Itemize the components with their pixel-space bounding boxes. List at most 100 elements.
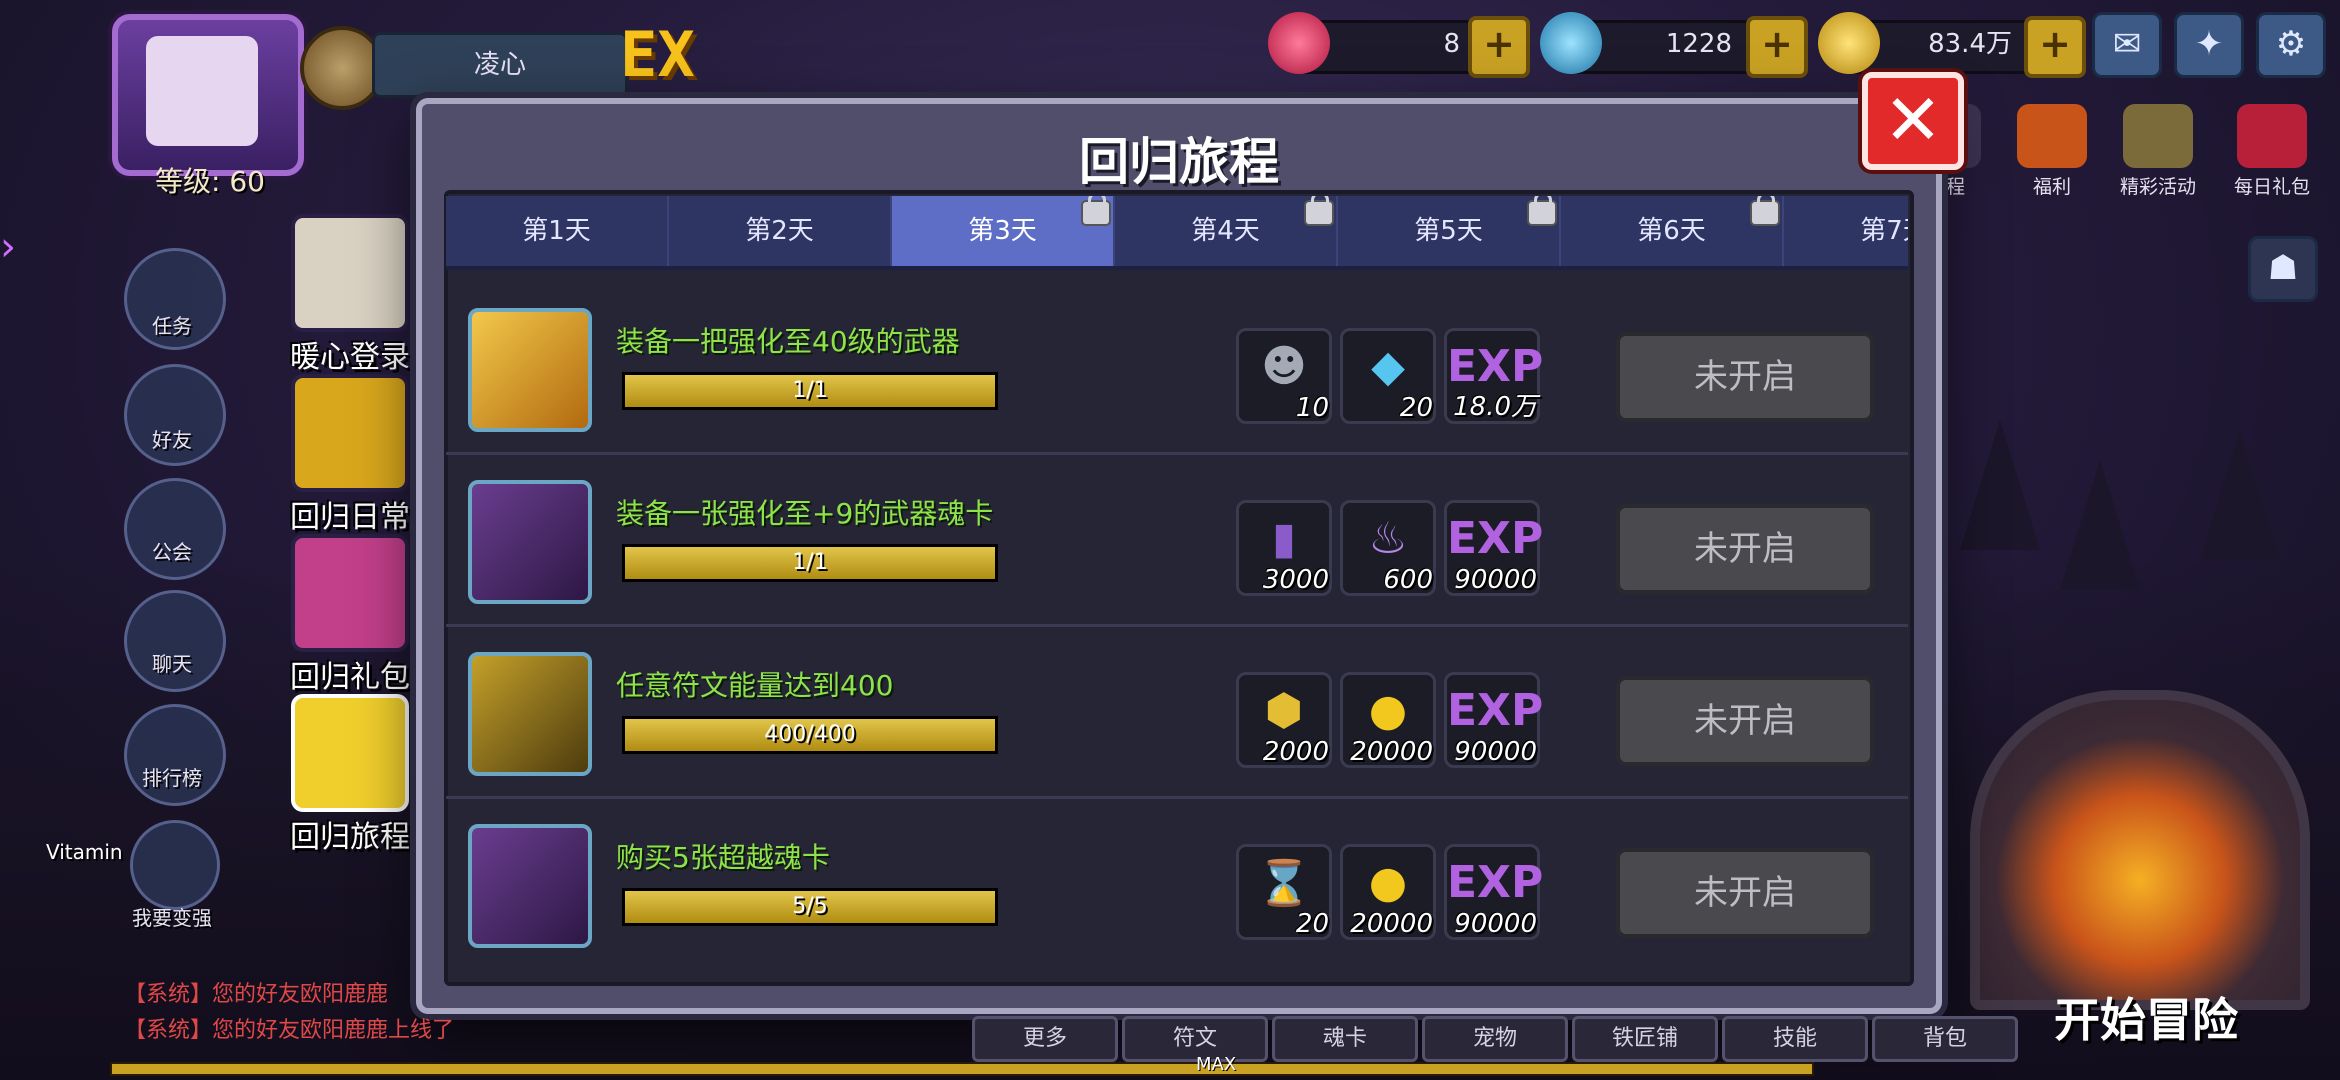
- ex-badge[interactable]: EX: [620, 18, 695, 91]
- claim-button[interactable]: 未开启: [1616, 848, 1874, 938]
- nav-pet[interactable]: 宠物: [1422, 1016, 1568, 1062]
- return-gift-pack[interactable]: 回归礼包: [280, 534, 420, 696]
- reward-item[interactable]: ● 20000: [1340, 844, 1436, 940]
- return-daily[interactable]: 回归日常: [280, 374, 420, 536]
- vitamin-label: Vitamin: [46, 840, 123, 864]
- claim-button[interactable]: 未开启: [1616, 676, 1874, 766]
- task-progress-bar: 5/5: [622, 888, 998, 926]
- nav-skill[interactable]: 技能: [1722, 1016, 1868, 1062]
- task-title: 购买5张超越魂卡: [616, 841, 830, 874]
- feature-welfare[interactable]: 福利: [2006, 104, 2098, 199]
- feature-daily-gift[interactable]: 每日礼包: [2226, 104, 2318, 199]
- heart-icon: [1268, 12, 1330, 74]
- gold-icon: [1818, 12, 1880, 74]
- player-avatar[interactable]: [112, 14, 304, 176]
- progress-text: 1/1: [792, 378, 828, 403]
- announcement-icon[interactable]: ✦: [2174, 12, 2244, 78]
- progress-text: 1/1: [792, 550, 828, 575]
- exp-icon: EXP: [1447, 341, 1544, 392]
- heart-count: 8: [1443, 29, 1460, 59]
- lock-icon: [1529, 196, 1555, 224]
- lock-icon: [1752, 196, 1778, 224]
- add-heart-button[interactable]: +: [1468, 16, 1530, 78]
- reward-item[interactable]: ⌛ 20: [1236, 844, 1332, 940]
- tab-day-5[interactable]: 第5天: [1338, 196, 1561, 266]
- tab-day-4[interactable]: 第4天: [1115, 196, 1338, 266]
- daily-gift-icon: [2237, 104, 2307, 168]
- avatar-image: [146, 36, 258, 146]
- progress-text: 5/5: [792, 894, 828, 919]
- task-title: 任意符文能量达到400: [616, 669, 894, 702]
- hourglass-token-icon: ⌛: [1256, 858, 1312, 909]
- reward-item[interactable]: EXP 90000: [1444, 672, 1544, 768]
- task-row: 装备一张强化至+9的武器魂卡 1/1 ▮ 3000 ♨ 600 EXP 90000 未…: [446, 454, 1908, 627]
- exp-max-label: MAX: [1196, 1054, 1237, 1075]
- reward-item[interactable]: ♨ 600: [1340, 500, 1436, 596]
- power-up-icon[interactable]: [130, 820, 220, 910]
- reward-item[interactable]: ⬢ 2000: [1236, 672, 1332, 768]
- task-row: 任意符文能量达到400 400/400 ⬢ 2000 ● 20000 EXP 9000…: [446, 626, 1908, 799]
- nav-blacksmith[interactable]: 铁匠铺: [1572, 1016, 1718, 1062]
- reward-item[interactable]: ● 20000: [1340, 672, 1436, 768]
- pine-tree: [2200, 430, 2280, 560]
- tab-day-7[interactable]: 第7天: [1784, 196, 1908, 266]
- sword-icon: [468, 308, 592, 432]
- task-progress-bar: 1/1: [622, 544, 998, 582]
- nav-rune[interactable]: 符文: [1122, 1016, 1268, 1062]
- character-icon[interactable]: ☗: [2248, 236, 2318, 302]
- exclamation-icon: [291, 374, 409, 492]
- purple-flame-icon: ♨: [1368, 513, 1408, 564]
- task-title: 装备一把强化至40级的武器: [616, 325, 960, 358]
- pine-tree: [1960, 420, 2040, 550]
- expand-arrow-icon[interactable]: ›: [0, 224, 40, 294]
- leaderboard-label: 排行榜: [142, 766, 202, 790]
- reward-item[interactable]: EXP 90000: [1444, 500, 1544, 596]
- reward-item[interactable]: ☻ 10: [1236, 328, 1332, 424]
- nav-soul-card[interactable]: 魂卡: [1272, 1016, 1418, 1062]
- adventure-portal[interactable]: [1970, 690, 2310, 1010]
- settings-gear-icon[interactable]: ⚙: [2256, 12, 2326, 78]
- gold-count: 83.4万: [1928, 29, 2012, 59]
- tasks-label: 任务: [152, 314, 192, 338]
- claim-button[interactable]: 未开启: [1616, 332, 1874, 422]
- return-journey[interactable]: 回归旅程: [280, 694, 420, 856]
- exp-icon: EXP: [1447, 685, 1544, 736]
- chat-line: 【系统】您的好友欧阳鹿鹿上线了: [124, 1018, 455, 1043]
- reward-item[interactable]: EXP 90000: [1444, 844, 1544, 940]
- add-diamond-button[interactable]: +: [1746, 16, 1808, 78]
- guild-label: 公会: [152, 540, 192, 564]
- player-level: 等级: 60: [155, 165, 265, 198]
- reward-item[interactable]: ▮ 3000: [1236, 500, 1332, 596]
- dialog-title: 回归旅程: [1079, 133, 1279, 191]
- close-icon[interactable]: ✕: [1862, 72, 1964, 170]
- tab-day-1[interactable]: 第1天: [446, 196, 669, 266]
- gift-box-icon: [291, 534, 409, 652]
- task-progress-bar: 400/400: [622, 716, 998, 754]
- calendar-icon: [291, 214, 409, 332]
- start-adventure-button[interactable]: 开始冒险: [2016, 984, 2276, 1050]
- tab-day-3[interactable]: 第3天: [892, 196, 1115, 266]
- tab-day-6[interactable]: 第6天: [1561, 196, 1784, 266]
- claim-button[interactable]: 未开启: [1616, 504, 1874, 594]
- tab-day-2[interactable]: 第2天: [669, 196, 892, 266]
- soul-card-icon: [468, 824, 592, 948]
- add-gold-button[interactable]: +: [2024, 16, 2086, 78]
- chat-line: 【系统】您的好友欧阳鹿鹿: [124, 982, 389, 1007]
- exp-icon: EXP: [1447, 513, 1544, 564]
- journey-banner-icon: [291, 694, 409, 812]
- gold-ore-icon: ⬢: [1264, 685, 1304, 736]
- nav-backpack[interactable]: 背包: [1872, 1016, 2018, 1062]
- progress-text: 400/400: [764, 722, 856, 747]
- lock-icon: [1306, 196, 1332, 224]
- exp-icon: EXP: [1447, 857, 1544, 908]
- events-icon: [2123, 104, 2193, 168]
- exp-book-icon: ▮: [1271, 513, 1297, 564]
- gold-coin-icon: ●: [1368, 685, 1408, 736]
- mail-icon[interactable]: ✉: [2092, 12, 2162, 78]
- nav-more[interactable]: 更多: [972, 1016, 1118, 1062]
- task-title: 装备一张强化至+9的武器魂卡: [616, 497, 994, 530]
- reward-item[interactable]: EXP 18.0万: [1444, 328, 1544, 424]
- reward-item[interactable]: ◆ 20: [1340, 328, 1436, 424]
- feature-events[interactable]: 精彩活动: [2112, 104, 2204, 199]
- power-up-label: 我要变强: [132, 906, 212, 930]
